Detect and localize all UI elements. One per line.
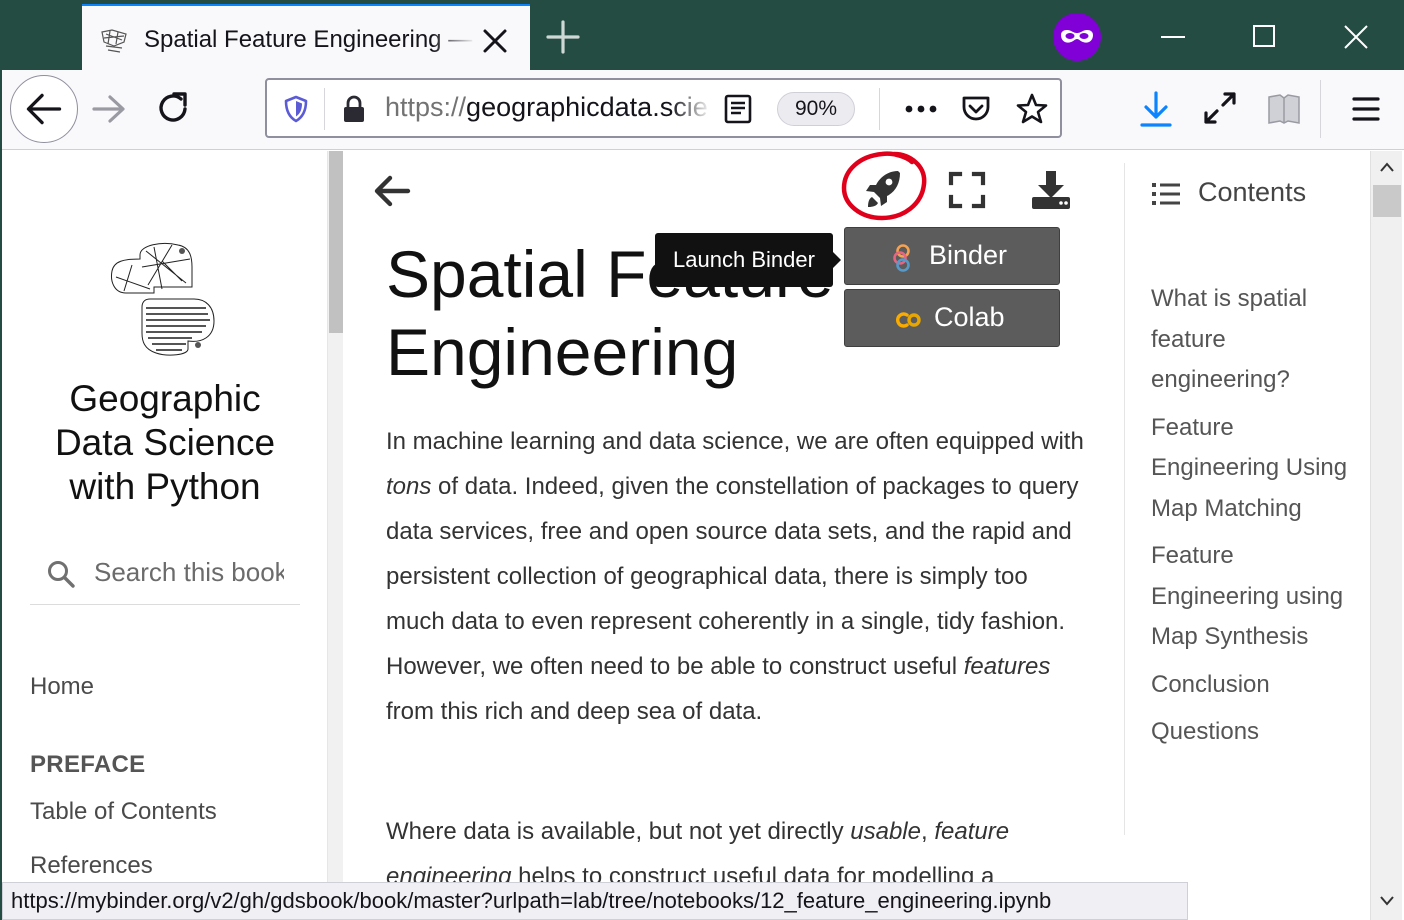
intro-text-2: of data. Indeed, given the constellation… [386,473,1079,680]
page-scrollbar-thumb[interactable] [1373,185,1401,217]
nav-section-caption: PREFACE [30,751,146,778]
second-text-2: , [920,818,935,845]
toc-item-what-is[interactable]: What is spatial feature engineering? [1151,279,1361,401]
page-toc: Contents What is spatial feature enginee… [1124,151,1370,883]
toc-header: Contents [1152,177,1352,217]
minimize-icon[interactable] [1160,22,1186,52]
toc-divider [1124,163,1125,835]
book-logo [111,242,215,356]
launch-binder-button[interactable]: Binder [844,227,1060,285]
sidebar-scrollbar[interactable] [327,151,343,883]
plus-icon[interactable] [544,18,582,56]
scroll-down-icon[interactable] [1379,895,1395,907]
toc-item-map-synthesis[interactable]: Feature Engineering using Map Synthesis [1151,536,1361,658]
annotation-red-circle [841,151,927,221]
sidebar-scrollbar-thumb[interactable] [329,151,343,333]
binder-label: Binder [929,240,1008,270]
launch-colab-button[interactable]: Colab [844,289,1060,347]
intro-text-3: from this rich and deep sea of data. [386,698,763,725]
intro-paragraph: In machine learning and data science, we… [386,419,1086,734]
url-scheme: https:// [385,92,467,122]
second-text-3: helps to construct useful data for model… [511,863,995,883]
toc-title: Contents [1198,177,1307,207]
book-sidebar: Geographic Data Science with Python Sear… [2,151,328,883]
shield-icon[interactable] [281,94,311,124]
toolbar-separator [1320,80,1321,138]
fullscreen-icon[interactable] [948,171,986,209]
tab-active[interactable]: Spatial Feature Engineering — Geographic… [82,4,530,70]
pocket-icon[interactable] [959,92,993,126]
toc-item-questions[interactable]: Questions [1151,712,1361,753]
zoom-level-button[interactable]: 90% [777,92,855,126]
page-scrollbar[interactable] [1370,151,1402,920]
download-icon[interactable] [1030,169,1072,211]
search-input[interactable]: Search this book... [30,549,300,605]
window-close-icon[interactable] [1343,22,1369,52]
back-button[interactable] [10,75,78,143]
toc-item-conclusion[interactable]: Conclusion [1151,665,1361,706]
book-logo-icon [101,29,127,53]
library-books-icon[interactable] [1266,92,1302,126]
launch-binder-tooltip: Launch Binder [655,233,833,287]
navigation-toolbar: https://geographicdata.science/book/note… [2,70,1404,150]
nav-table-of-contents-link[interactable]: Table of Contents [30,798,217,826]
private-browsing-mask-icon [1053,13,1101,61]
tab-title-fade [432,20,476,60]
toc-list: What is spatial feature engineering? Fea… [1151,279,1361,760]
scroll-up-icon[interactable] [1379,161,1395,173]
intro-emphasis-1: tons [386,473,432,500]
urlbar-separator [324,88,325,130]
book-title[interactable]: Geographic Data Science with Python [32,377,298,509]
search-placeholder: Search this book... [94,557,284,587]
star-icon[interactable] [1015,92,1049,126]
address-bar[interactable]: https://geographicdata.science/book/note… [265,78,1062,138]
search-icon [48,561,75,588]
list-icon [1152,183,1180,205]
colab-logo-icon [896,312,921,328]
second-paragraph: Where data is available, but not yet dir… [386,809,1086,883]
status-bar-url: https://mybinder.org/v2/gh/gdsbook/book/… [2,882,1188,920]
launch-dropdown-menu: Binder Colab [844,227,1060,351]
toc-item-map-matching[interactable]: Feature Engineering Using Map Matching [1151,408,1361,530]
colab-label: Colab [934,302,1005,332]
web-page: Geographic Data Science with Python Sear… [2,151,1370,883]
second-text-1: Where data is available, but not yet dir… [386,818,851,845]
lock-icon[interactable] [339,94,369,124]
tooltip-arrow [833,252,841,268]
more-dots-icon[interactable] [903,93,939,125]
binder-logo-icon [893,244,910,272]
url-text[interactable]: https://geographicdata.science/book/note… [385,92,707,123]
arrow-right-icon[interactable] [88,88,130,130]
nav-references-link[interactable]: References [30,852,153,880]
intro-text-1: In machine learning and data science, we… [386,428,1084,455]
intro-emphasis-2: features [963,653,1051,680]
hamburger-menu-icon[interactable] [1348,92,1384,126]
url-fade [671,86,711,130]
maximize-icon[interactable] [1252,24,1276,48]
reader-view-icon[interactable] [722,93,754,125]
arrow-left-icon [26,93,62,125]
expand-arrows-icon[interactable] [1202,90,1238,126]
download-arrow-icon[interactable] [1138,90,1174,130]
close-icon[interactable] [478,24,512,58]
second-emphasis-1: usable [850,818,921,845]
nav-home-link[interactable]: Home [30,673,94,701]
reload-icon[interactable] [152,88,194,130]
tab-title: Spatial Feature Engineering — Geographic… [144,26,474,53]
arrow-left-icon[interactable] [372,171,412,211]
urlbar-separator-2 [879,88,880,130]
